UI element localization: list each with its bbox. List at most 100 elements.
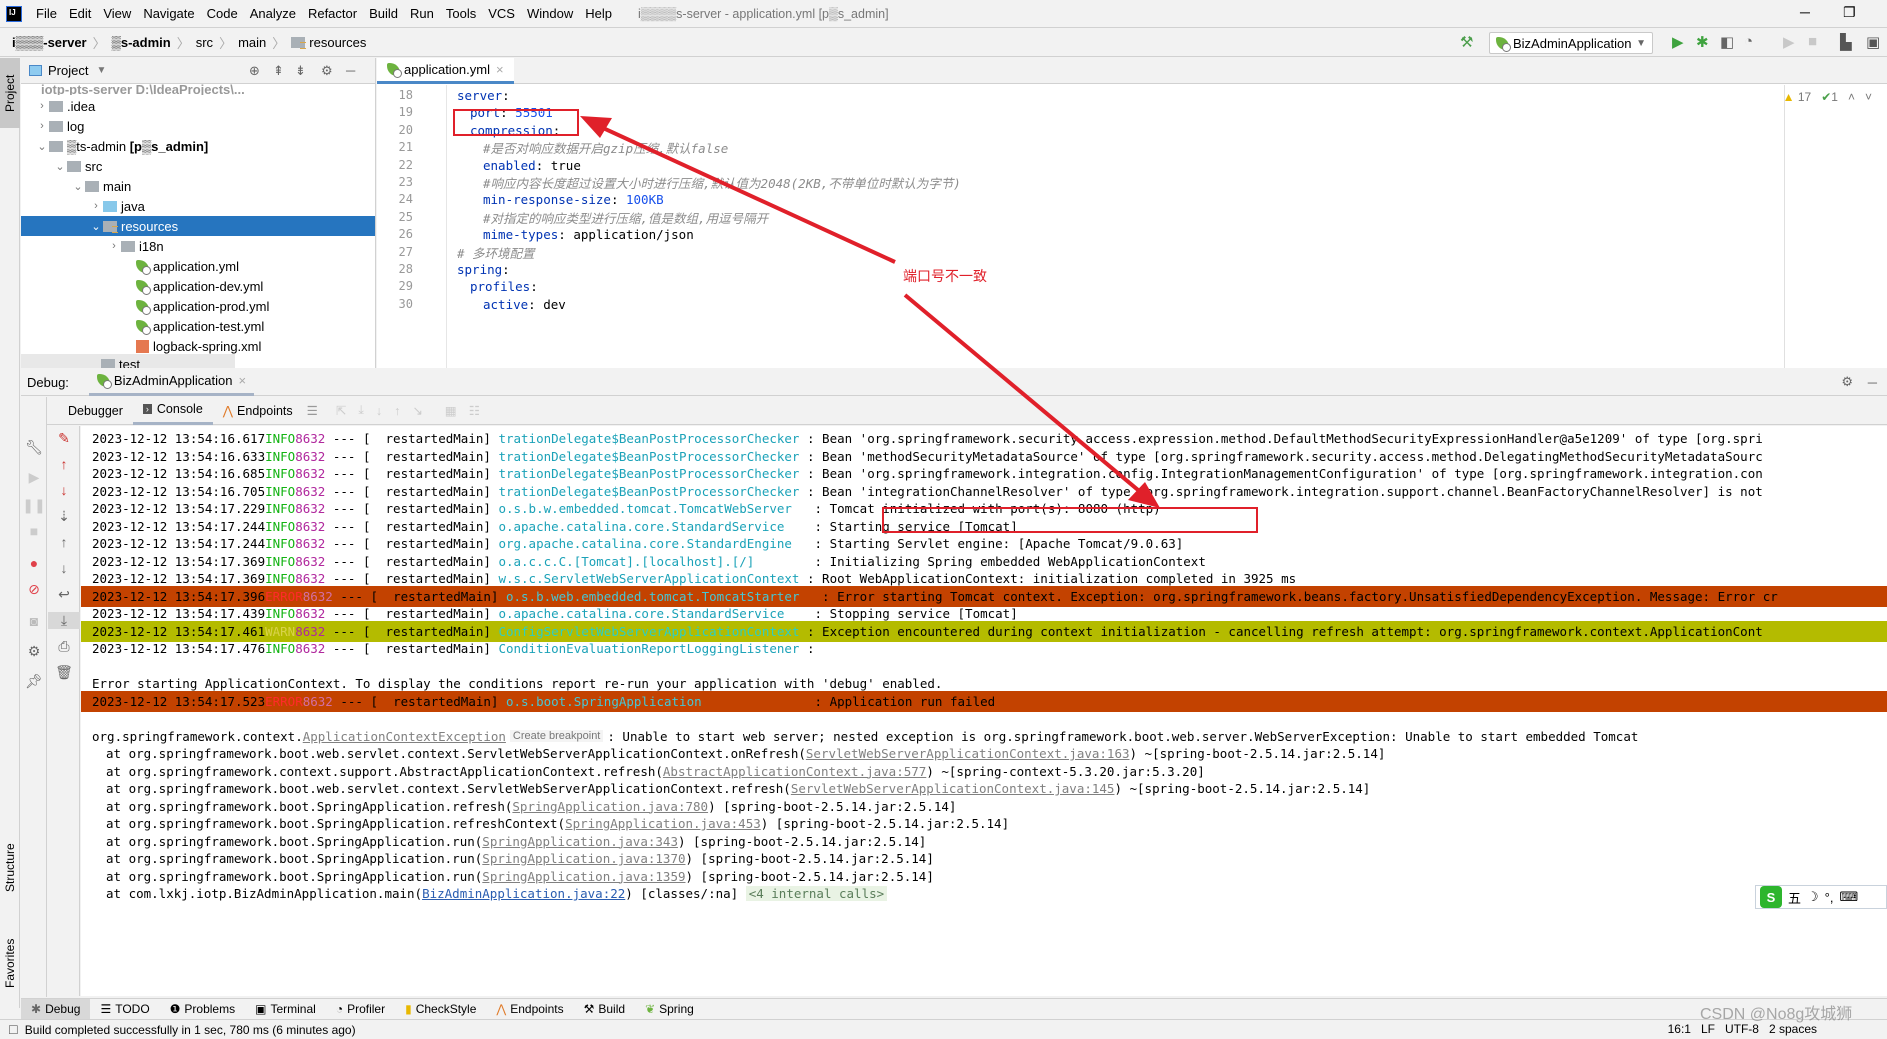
close-session-icon[interactable]: × [238,373,246,388]
evaluate-expression-icon[interactable]: ▦ [445,403,457,418]
chevron-right-icon[interactable]: › [35,100,49,112]
tree-item-log[interactable]: › log [21,116,375,136]
breadcrumb-src[interactable]: src [192,35,217,50]
mute-breakpoints-icon[interactable]: ⊘ [21,581,47,598]
services-icon[interactable]: ▣ [1866,33,1880,51]
bottom-tab-debug[interactable]: ✱ Debug [21,998,91,1020]
tree-item-application-test-yml[interactable]: application-test.yml [21,316,375,336]
project-tool-tab[interactable]: Project [0,58,20,128]
log-line[interactable]: 2023-12-12 13:54:17.476 INFO 8632 --- [ … [81,638,1887,659]
restore-button[interactable]: ❐ [1843,4,1856,21]
tree-item-module[interactable]: ⌄ ▒ts-admin [p▒s_admin] [21,136,375,156]
stack-frame-source-link[interactable]: SpringApplication.java:1359 [482,869,685,884]
typo-count[interactable]: ✔1 [1821,90,1838,104]
favorites-tool-tab[interactable]: Favorites [0,918,20,1008]
step-out-icon[interactable]: ↑ [394,404,400,418]
menu-view[interactable]: View [97,6,137,21]
locate-file-icon[interactable]: ⊕ [249,63,260,79]
debug-icon[interactable]: ✱ [1696,33,1709,51]
create-breakpoint-button[interactable]: Create breakpoint [509,730,604,742]
gear-icon[interactable]: ⚙ [321,63,333,79]
menu-tools[interactable]: Tools [440,6,482,21]
minimize-button[interactable]: ─ [1800,4,1810,20]
tree-item-test[interactable]: test [21,354,235,368]
tree-item-src[interactable]: ⌄ src [21,156,375,176]
breadcrumb-project[interactable]: i▒▒▒-server [8,35,91,50]
stack-frame-source-link[interactable]: SpringApplication.java:453 [565,816,761,831]
previous-highlight-icon[interactable]: ˄ [1848,90,1855,104]
toggle-tool-windows-icon[interactable]: ☐ [8,1023,19,1037]
tree-item-application-prod-yml[interactable]: application-prod.yml [21,296,375,316]
breadcrumb-resources[interactable]: resources [287,35,370,50]
bottom-tab-build[interactable]: ⚒ Build [574,999,635,1020]
expand-all-icon[interactable]: ⇞ [273,63,284,79]
chevron-right-icon[interactable]: › [35,120,49,132]
tree-item-application-dev-yml[interactable]: application-dev.yml [21,276,375,296]
stack-frame[interactable]: at com.lxkj.iotp.BizAdminApplication.mai… [81,883,1887,904]
menu-refactor[interactable]: Refactor [302,6,363,21]
scroll-to-end-icon[interactable]: ⤓ [48,612,80,629]
menu-window[interactable]: Window [521,6,579,21]
bottom-tab-endpoints[interactable]: ⋀ Endpoints [486,999,573,1020]
tree-item-i18n[interactable]: › i18n [21,236,375,256]
tree-item-logback-spring-xml[interactable]: logback-spring.xml [21,336,375,356]
tree-item-application-yml[interactable]: application.yml [21,256,375,276]
line-separator[interactable]: LF [1701,1022,1715,1036]
gear-icon[interactable]: ⚙ [1841,374,1853,390]
down-icon[interactable]: ↓ [48,560,80,576]
camera-icon[interactable]: ◙ [21,613,47,629]
code-line[interactable]: active: dev [483,294,566,315]
tree-item-idea[interactable]: › .idea [21,96,375,116]
soft-wrap-icon[interactable]: ↩ [48,586,80,603]
breadcrumb-main[interactable]: main [234,35,270,50]
caret-position[interactable]: 16:1 [1668,1022,1691,1036]
settings-icon[interactable]: ⚙ [21,643,47,660]
tree-root-row[interactable]: iotp-pts-server D:\IdeaProjects\... [21,83,375,95]
bottom-tab-todo[interactable]: ☰ TODO [90,999,159,1020]
run-icon[interactable]: ▶ [1672,33,1684,51]
chevron-down-icon[interactable]: ⌄ [53,160,67,173]
next-highlight-icon[interactable]: ˅ [1865,90,1872,104]
tab-console[interactable]: › Console [132,397,213,425]
stack-frame-source-link[interactable]: BizAdminApplication.java:22 [422,886,625,901]
chevron-down-icon[interactable]: ⌄ [89,220,103,233]
menu-file[interactable]: File [30,6,63,21]
bottom-tab-profiler[interactable]: ◔ Profiler [326,999,395,1020]
warning-count[interactable]: ▲ 17 [1783,90,1812,104]
menu-navigate[interactable]: Navigate [137,6,200,21]
menu-vcs[interactable]: VCS [482,6,521,21]
trash-icon[interactable]: 🗑︎ [48,664,80,681]
exception-class-link[interactable]: ApplicationContextException [303,729,506,744]
menu-build[interactable]: Build [363,6,404,21]
tree-item-main[interactable]: ⌄ main [21,176,375,196]
menu-run[interactable]: Run [404,6,440,21]
chevron-down-icon[interactable]: ⌄ [35,140,49,153]
ime-mode[interactable]: 五 [1788,888,1801,907]
run-configuration-select[interactable]: BizAdminApplication ▼ [1489,32,1653,54]
tree-item-java[interactable]: › java [21,196,375,216]
breadcrumb-module[interactable]: ▒s-admin [108,35,175,50]
stack-frame-source-link[interactable]: SpringApplication.java:343 [482,834,678,849]
close-tab-icon[interactable]: × [496,62,504,77]
step-over-icon[interactable]: ⤓ [358,403,364,418]
chevron-down-icon[interactable]: ▼ [96,65,106,76]
menu-edit[interactable]: Edit [63,6,97,21]
chevron-down-icon[interactable]: ⌄ [71,180,85,193]
moon-icon[interactable]: ☽ [1807,889,1819,905]
pin-icon[interactable]: 📌︎ [21,673,47,690]
up-icon[interactable]: ↑ [48,534,80,550]
collapse-all-icon[interactable]: ⇟ [295,63,306,79]
inspection-widget[interactable]: ▲ 17 ✔1 ˄ ˅ [1783,90,1872,104]
ime-toolbar[interactable]: S 五 ☽ °, ⌨ [1755,885,1887,909]
project-panel-title[interactable]: Project [48,63,88,78]
stack-frame-source-link[interactable]: AbstractApplicationContext.java:577 [663,764,926,779]
stop-icon[interactable]: ■ [21,523,47,539]
stack-frame-source-link[interactable]: ServletWebServerApplicationContext.java:… [791,781,1115,796]
bottom-tab-checkstyle[interactable]: ▮ CheckStyle [395,999,486,1020]
chevron-right-icon[interactable]: › [89,200,103,212]
bottom-tab-spring[interactable]: ❦ Spring [635,999,704,1020]
step-into-icon[interactable]: ↓ [376,404,382,418]
status-message[interactable]: Build completed successfully in 1 sec, 7… [25,1023,356,1037]
show-execution-point-icon[interactable]: ⇱ [336,403,346,418]
run-to-cursor-icon[interactable]: ↘ [412,403,422,418]
